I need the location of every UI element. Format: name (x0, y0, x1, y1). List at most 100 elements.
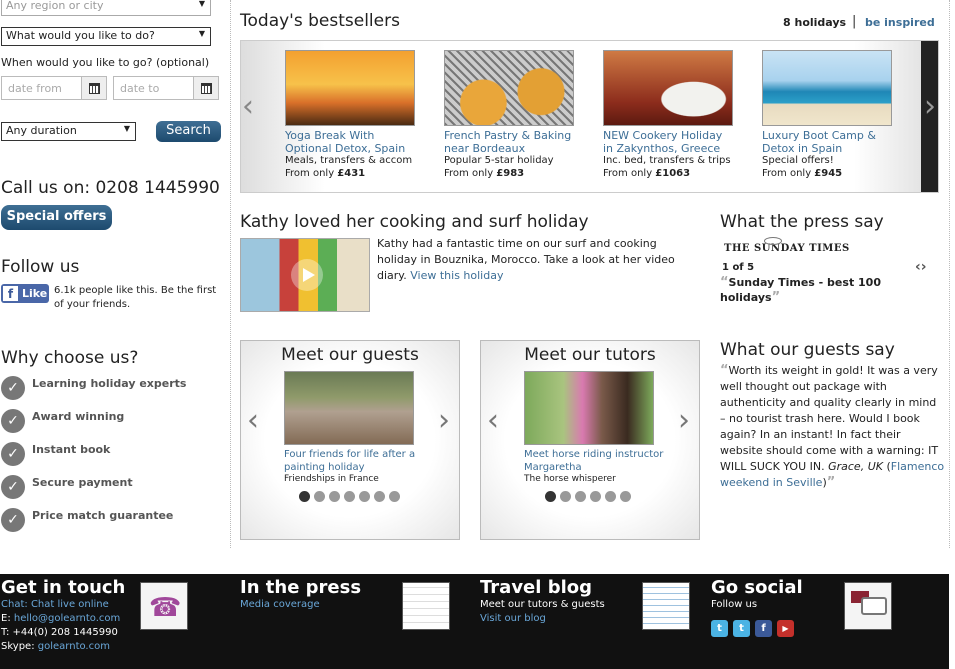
visit-blog-link[interactable]: Visit our blog (480, 612, 546, 626)
phone-glyph: ☎ (149, 593, 182, 623)
speech-bubble-icon (844, 582, 892, 630)
yoga-photo[interactable] (285, 50, 415, 126)
price-prefix: From only (444, 168, 497, 179)
chat-link[interactable]: Chat live online (31, 599, 109, 610)
calendar-icon (89, 83, 100, 94)
facebook-like-button[interactable]: f Like (1, 284, 49, 303)
search-button[interactable]: Search (156, 121, 221, 142)
tutors-pagination (545, 491, 635, 505)
media-coverage-link[interactable]: Media coverage (240, 598, 320, 612)
guests-next-button[interactable]: › (438, 403, 450, 438)
separator: | (852, 14, 857, 29)
bootcamp-photo[interactable] (762, 50, 892, 126)
special-offers-button[interactable]: Special offers (1, 205, 112, 230)
calendar-icon (201, 83, 212, 94)
pager-dot[interactable] (605, 491, 616, 502)
price-value: £1063 (655, 168, 691, 179)
guests-link[interactable]: Four friends for life after a painting h… (284, 448, 424, 474)
press-nav[interactable]: ‹› (915, 259, 927, 275)
open-quote-icon: “ (720, 363, 729, 378)
guests-subtitle: Friendships in France (284, 474, 379, 484)
carousel-prev-button[interactable]: ‹ (242, 89, 254, 124)
price-value: £983 (496, 168, 525, 179)
check-icon: ✓ (1, 409, 25, 433)
price-value: £945 (814, 168, 843, 179)
date-to-input[interactable]: date to (113, 76, 195, 100)
holiday-card[interactable]: NEW Cookery Holiday in Zakynthos, Greece… (603, 50, 733, 180)
holiday-card[interactable]: French Pastry & Baking near Bordeaux Popu… (444, 50, 574, 180)
open-quote-icon: “ (720, 275, 729, 290)
view-holiday-link[interactable]: View this holiday (410, 269, 503, 282)
tutors-link[interactable]: Meet horse riding instructor Margaretha (524, 448, 664, 474)
holiday-card[interactable]: Yoga Break With Optional Detox, Spain Mea… (285, 50, 415, 180)
pager-dot[interactable] (590, 491, 601, 502)
guests-title: Meet our guests (281, 345, 419, 365)
feature-text: Kathy had a fantastic time on our surf a… (377, 236, 677, 284)
bubble-white (861, 597, 887, 615)
pager-dot[interactable] (389, 491, 400, 502)
pastry-photo[interactable] (444, 50, 574, 126)
right-divider (949, 0, 950, 548)
tutors-title: Meet our tutors (524, 345, 656, 365)
pager-dot[interactable] (329, 491, 340, 502)
twitter-icon[interactable]: t (733, 620, 750, 637)
pager-dot[interactable] (299, 491, 310, 502)
why-item-label: Award winning (32, 410, 125, 423)
press-logo-text: THE SUNDAY TIMES (724, 243, 850, 254)
region-select[interactable]: Any region or city ▼ (1, 0, 211, 16)
tutors-prev-button[interactable]: ‹ (487, 403, 499, 438)
duration-select[interactable]: Any duration ▼ (1, 122, 136, 141)
pager-dot[interactable] (359, 491, 370, 502)
duration-value: Any duration (6, 124, 77, 137)
check-icon: ✓ (1, 508, 25, 532)
testimonial-body: Worth its weight in gold! It was a very … (720, 364, 939, 473)
pager-dot[interactable] (374, 491, 385, 502)
card-title[interactable]: Luxury Boot Camp & Detox in Spain (762, 129, 892, 155)
tutors-photo[interactable] (524, 371, 654, 445)
youtube-icon[interactable]: ▶ (777, 620, 794, 637)
guests-photo[interactable] (284, 371, 414, 445)
footer-chat: Chat: Chat live online (1, 598, 109, 612)
holiday-card[interactable]: Luxury Boot Camp & Detox in Spain Special… (762, 50, 892, 180)
tutors-box: Meet our tutors ‹ › Meet horse riding in… (480, 340, 700, 540)
card-title[interactable]: NEW Cookery Holiday in Zakynthos, Greece (603, 129, 733, 155)
guests-prev-button[interactable]: ‹ (247, 403, 259, 438)
pager-dot[interactable] (314, 491, 325, 502)
date-from-input[interactable]: date from (1, 76, 83, 100)
tutors-next-button[interactable]: › (678, 403, 690, 438)
bestsellers-carousel: ‹ › Yoga Break With Optional Detox, Spai… (240, 40, 939, 193)
footer-phone: T: +44(0) 208 1445990 (1, 627, 118, 638)
facebook-icon[interactable]: f (755, 620, 772, 637)
pager-dot[interactable] (560, 491, 571, 502)
press-title: What the press say (720, 212, 884, 232)
call-us: Call us on: 0208 1445990 (1, 178, 220, 198)
price-prefix: From only (603, 168, 656, 179)
pager-dot[interactable] (344, 491, 355, 502)
testimonial-title: What our guests say (720, 340, 895, 360)
cookery-photo[interactable] (603, 50, 733, 126)
why-item-label: Instant book (32, 443, 111, 456)
skype-link[interactable]: golearnto.com (38, 641, 110, 652)
why-item-label: Learning holiday experts (32, 377, 187, 390)
card-title[interactable]: French Pastry & Baking near Bordeaux (444, 129, 574, 155)
pager-dot[interactable] (545, 491, 556, 502)
email-link[interactable]: hello@golearnto.com (14, 613, 120, 624)
pager-dot[interactable] (620, 491, 631, 502)
footer-email: E: hello@golearnto.com (1, 612, 120, 626)
activity-select[interactable]: What would you like to do? ▼ (1, 27, 211, 46)
carousel-next-button[interactable]: › (924, 89, 936, 124)
price-prefix: From only (285, 168, 338, 179)
chevron-down-icon: ▼ (123, 124, 130, 133)
twitter-icon[interactable]: t (711, 620, 728, 637)
check-icon: ✓ (1, 376, 25, 400)
why-item-label: Price match guarantee (32, 509, 174, 522)
date-to-calendar-button[interactable] (193, 76, 219, 100)
card-title[interactable]: Yoga Break With Optional Detox, Spain (285, 129, 415, 155)
guests-box: Meet our guests ‹ › Four friends for lif… (240, 340, 460, 540)
why-choose-heading: Why choose us? (1, 348, 139, 368)
video-thumbnail[interactable] (240, 238, 370, 312)
pager-dot[interactable] (575, 491, 586, 502)
date-from-calendar-button[interactable] (81, 76, 107, 100)
testimonial-text: “Worth its weight in gold! It was a very… (720, 363, 945, 490)
be-inspired-link[interactable]: be inspired (865, 16, 935, 29)
